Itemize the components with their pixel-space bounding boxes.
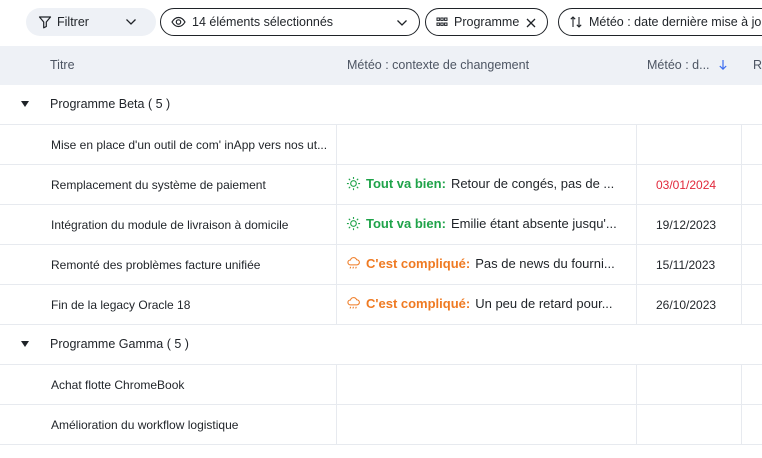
toolbar: Filtrer 14 éléments sélectionnés Program…: [0, 0, 762, 46]
row-title[interactable]: Amélioration du workflow logistique: [51, 418, 329, 432]
arrow-down-icon[interactable]: [718, 59, 728, 71]
group-label: Programme Beta ( 5 ): [50, 97, 171, 111]
row-title[interactable]: Fin de la legacy Oracle 18: [51, 298, 329, 312]
weather-context[interactable]: Tout va bien: Emilie étant absente jusqu…: [346, 216, 628, 231]
sort-arrows-icon: [570, 16, 582, 28]
weather-context[interactable]: Tout va bien: Retour de congés, pas de .…: [346, 176, 628, 191]
group-label: Programme: [454, 15, 520, 29]
sun-icon: [346, 176, 361, 191]
table-row[interactable]: Achat flotte ChromeBook: [0, 365, 762, 405]
table-row[interactable]: Remonté des problèmes facture unifiée C'…: [0, 245, 762, 285]
grid-icon: [436, 17, 448, 26]
table-row[interactable]: Intégration du module de livraison à dom…: [0, 205, 762, 245]
chevron-down-icon: [126, 19, 136, 25]
table-body: Programme Beta ( 5 ) Mise en place d'un …: [0, 85, 762, 445]
group-row-beta[interactable]: Programme Beta ( 5 ): [0, 85, 762, 125]
filter-label: Filtrer: [57, 15, 89, 29]
row-title[interactable]: Remonté des problèmes facture unifiée: [51, 258, 329, 272]
columns-selector[interactable]: 14 éléments sélectionnés: [160, 8, 420, 36]
row-title[interactable]: Remplacement du système de paiement: [51, 178, 329, 192]
weather-detail: Retour de congés, pas de ...: [450, 176, 615, 191]
column-header-date[interactable]: Météo : d...: [647, 58, 728, 72]
chevron-down-icon: [397, 20, 407, 26]
weather-status: Tout va bien:: [366, 176, 446, 191]
columns-label: 14 éléments sélectionnés: [192, 15, 334, 29]
group-by-chip[interactable]: Programme: [425, 8, 548, 36]
weather-status: Tout va bien:: [366, 216, 446, 231]
weather-status: C'est compliqué:: [366, 296, 471, 311]
row-title[interactable]: Achat flotte ChromeBook: [51, 378, 329, 392]
weather-date: 19/12/2023: [656, 218, 717, 232]
weather-context[interactable]: C'est compliqué: Un peu de retard pour..…: [346, 296, 628, 311]
column-header-context[interactable]: Météo : contexte de changement: [347, 58, 529, 72]
row-title[interactable]: Intégration du module de livraison à dom…: [51, 218, 329, 232]
row-title[interactable]: Mise en place d'un outil de com' inApp v…: [51, 138, 329, 152]
caret-down-icon[interactable]: [20, 100, 30, 108]
sort-label: Météo : date dernière mise à jour: [589, 15, 762, 29]
column-header-extra[interactable]: Re: [753, 58, 762, 72]
rain-cloud-icon: [347, 297, 360, 309]
sun-icon: [346, 216, 361, 231]
table-row[interactable]: Amélioration du workflow logistique: [0, 405, 762, 445]
rain-cloud-icon: [347, 257, 360, 269]
filter-button[interactable]: Filtrer: [26, 8, 156, 36]
column-header-title[interactable]: Titre: [50, 58, 75, 72]
column-header-date-label: Météo : d...: [647, 58, 710, 72]
weather-date: 03/01/2024: [656, 178, 717, 192]
filter-icon: [38, 16, 52, 29]
weather-detail: Un peu de retard pour...: [475, 296, 613, 311]
weather-date: 15/11/2023: [656, 258, 716, 272]
weather-date: 26/10/2023: [656, 298, 717, 312]
group-label: Programme Gamma ( 5 ): [50, 337, 189, 351]
caret-down-icon[interactable]: [20, 340, 30, 348]
weather-detail: Pas de news du fourni...: [475, 256, 615, 271]
table-row[interactable]: Mise en place d'un outil de com' inApp v…: [0, 125, 762, 165]
table-header: Titre Météo : contexte de changement Mét…: [0, 46, 762, 85]
sort-chip[interactable]: Météo : date dernière mise à jour: [558, 8, 762, 36]
table-row[interactable]: Fin de la legacy Oracle 18 C'est compliq…: [0, 285, 762, 325]
weather-context[interactable]: C'est compliqué: Pas de news du fourni..…: [346, 256, 628, 271]
weather-detail: Emilie étant absente jusqu'...: [450, 216, 617, 231]
close-icon[interactable]: [524, 16, 538, 30]
eye-icon: [171, 16, 186, 28]
group-row-gamma[interactable]: Programme Gamma ( 5 ): [0, 325, 762, 365]
table-row[interactable]: Remplacement du système de paiement Tout…: [0, 165, 762, 205]
weather-status: C'est compliqué:: [366, 256, 471, 271]
